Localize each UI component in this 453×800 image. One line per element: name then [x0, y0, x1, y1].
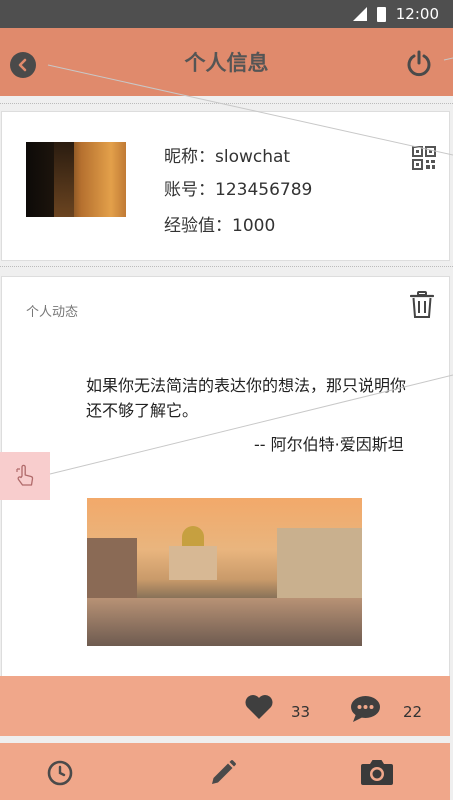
- pencil-icon[interactable]: [209, 759, 237, 787]
- nickname-row: 昵称：slowchat: [164, 142, 290, 167]
- trash-icon[interactable]: [410, 291, 434, 319]
- clock-icon[interactable]: [47, 760, 73, 786]
- exp-value: 1000: [232, 216, 276, 236]
- post-section-label: 个人动态: [26, 305, 79, 320]
- status-bar: 12:00: [0, 0, 453, 28]
- page-title: 个人信息: [184, 51, 269, 75]
- bottom-nav: [0, 743, 450, 800]
- gesture-icon[interactable]: [0, 452, 50, 500]
- app-header: 个人信息: [0, 28, 453, 96]
- account-value: 123456789: [215, 180, 313, 200]
- account-row: 账号：123456789: [164, 175, 312, 200]
- camera-icon[interactable]: [360, 757, 394, 787]
- qr-code-icon[interactable]: [412, 146, 436, 170]
- account-label: 账号：: [164, 180, 215, 200]
- post-quote: 如果你无法简洁的表达你的想法，那只说明你还不够了解它。: [86, 376, 407, 420]
- heart-icon[interactable]: [244, 694, 274, 720]
- divider: [0, 103, 453, 104]
- signal-icon: [352, 7, 367, 21]
- status-time: 12:00: [395, 5, 439, 23]
- exp-label: 经验值：: [164, 216, 232, 236]
- post-action-bar: 33 22: [0, 676, 450, 736]
- post-card: 个人动态 如果你无法简洁的表达你的想法，那只说明你还不够了解它。 -- 阿尔伯特…: [1, 276, 450, 676]
- back-icon[interactable]: [10, 52, 36, 78]
- post-image[interactable]: [87, 498, 362, 646]
- nickname-label: 昵称：: [164, 147, 215, 167]
- avatar[interactable]: [26, 142, 126, 217]
- exp-row: 经验值：1000: [164, 211, 275, 236]
- profile-card: 昵称：slowchat 账号：123456789 经验值：1000: [1, 111, 450, 261]
- battery-icon: [376, 6, 386, 22]
- comment-count: 22: [403, 703, 423, 721]
- post-quote-author: -- 阿尔伯特·爱因斯坦: [254, 435, 404, 454]
- comment-icon[interactable]: [350, 695, 381, 723]
- nickname-value: slowchat: [215, 147, 291, 167]
- like-count: 33: [291, 703, 311, 721]
- divider: [0, 266, 453, 267]
- power-icon[interactable]: [405, 49, 433, 77]
